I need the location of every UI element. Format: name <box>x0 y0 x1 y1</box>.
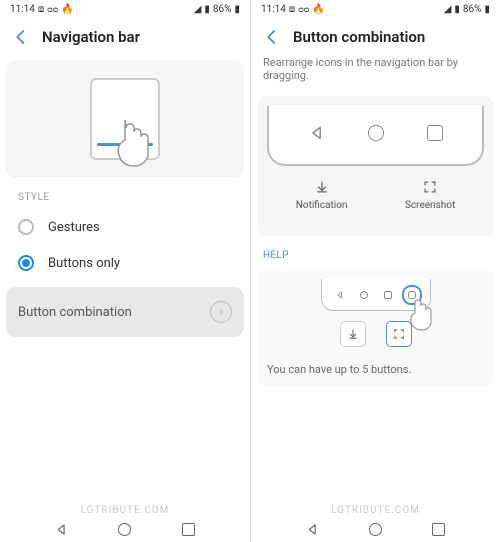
status-time: 11:14 <box>10 4 35 15</box>
battery-pct: 86% <box>463 4 482 15</box>
extra-screenshot[interactable]: Screenshot <box>405 180 455 211</box>
option-buttons-only[interactable]: Buttons only <box>6 245 244 281</box>
mini-home-icon <box>360 291 368 299</box>
drag-area: Notification Screenshot <box>257 96 494 236</box>
sys-recent-icon[interactable] <box>182 523 195 536</box>
flame-icon: 🔥 <box>312 4 324 15</box>
back-icon[interactable] <box>12 28 30 46</box>
vm-icon: ᴑᴑ <box>298 4 309 15</box>
watermark: LGTRIBUTE.COM <box>251 505 500 516</box>
screenshot-label: Screenshot <box>405 200 455 211</box>
battery-icon: ▮ <box>234 4 240 15</box>
notification-icon <box>315 180 329 194</box>
help-link[interactable]: HELP <box>251 240 500 265</box>
mini-back-icon <box>336 291 344 299</box>
radio-buttons-only-label: Buttons only <box>48 256 120 271</box>
radio-buttons-only[interactable] <box>18 255 34 271</box>
help-card: You can have up to 5 buttons. <box>257 269 494 386</box>
finger-icon <box>403 297 433 333</box>
sys-home-icon[interactable] <box>118 523 131 536</box>
voicemail-icon: ⧈ <box>289 4 295 15</box>
radio-gestures[interactable] <box>18 219 34 235</box>
voicemail-icon: ⧈ <box>38 4 44 15</box>
gesture-preview <box>6 60 244 178</box>
hand-icon <box>105 110 155 170</box>
vm-icon: ᴑᴑ <box>47 4 58 15</box>
status-bar: 11:14 ⧈ ᴑᴑ 🔥 ◢ ▮ 86% ▮ <box>0 0 250 18</box>
radio-gestures-label: Gestures <box>48 220 100 235</box>
nav-preview[interactable] <box>267 106 484 166</box>
page-title: Navigation bar <box>42 28 140 46</box>
screen-navigation-bar: 11:14 ⧈ ᴑᴑ 🔥 ◢ ▮ 86% ▮ Navigation bar ST <box>0 0 250 542</box>
battery-pct: 86% <box>213 4 232 15</box>
button-combination-label: Button combination <box>18 305 132 320</box>
battery-icon: ▮ <box>484 4 490 15</box>
page-title: Button combination <box>293 28 425 46</box>
screenshot-icon <box>423 180 437 194</box>
signal-icon: ▮ <box>454 4 460 15</box>
back-icon[interactable] <box>263 28 281 46</box>
demo-slot-notification <box>340 321 366 347</box>
watermark: LGTRIBUTE.COM <box>0 505 250 516</box>
header: Navigation bar <box>0 18 250 56</box>
mini-recent-icon <box>384 291 392 299</box>
signal-icon: ▮ <box>204 4 210 15</box>
flame-icon: 🔥 <box>61 4 73 15</box>
subtitle: Rearrange icons in the navigation bar by… <box>251 56 500 92</box>
sys-back-icon[interactable] <box>306 523 319 536</box>
wifi-icon: ◢ <box>194 4 202 15</box>
chevron-right-icon <box>210 301 232 323</box>
notification-label: Notification <box>296 200 348 211</box>
status-time: 11:14 <box>261 4 286 15</box>
header: Button combination <box>251 18 500 56</box>
wifi-icon: ◢ <box>444 4 452 15</box>
nav-home-icon[interactable] <box>368 125 384 141</box>
help-text: You can have up to 5 buttons. <box>267 363 411 376</box>
button-combination-row[interactable]: Button combination <box>6 287 244 337</box>
extra-notification[interactable]: Notification <box>296 180 348 211</box>
sys-recent-icon[interactable] <box>432 523 445 536</box>
sys-home-icon[interactable] <box>369 523 382 536</box>
screen-button-combination: 11:14 ⧈ ᴑᴑ 🔥 ◢ ▮ 86% ▮ Button combinatio… <box>250 0 500 542</box>
status-bar: 11:14 ⧈ ᴑᴑ 🔥 ◢ ▮ 86% ▮ <box>251 0 500 18</box>
nav-recent-icon[interactable] <box>427 125 443 141</box>
system-nav <box>251 516 500 542</box>
system-nav <box>0 516 250 542</box>
nav-back-icon[interactable] <box>309 125 325 141</box>
style-section-label: STYLE <box>6 182 244 209</box>
option-gestures[interactable]: Gestures <box>6 209 244 245</box>
extra-buttons: Notification Screenshot <box>267 180 484 211</box>
sys-back-icon[interactable] <box>55 523 68 536</box>
